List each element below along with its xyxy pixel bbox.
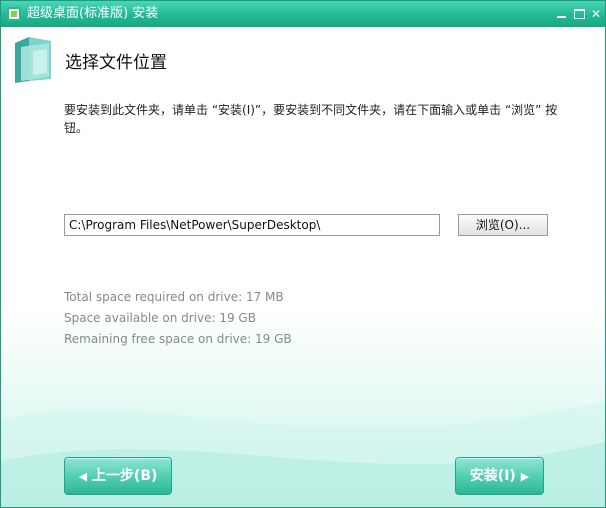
install-button-label: 安装(I) xyxy=(469,468,516,484)
app-icon xyxy=(7,7,21,21)
back-button[interactable]: ◀ 上一步(B) xyxy=(64,457,172,495)
space-available-text: Space available on drive: 19 GB xyxy=(64,311,256,325)
window-title: 超级桌面(标准版) 安装 xyxy=(27,6,159,21)
install-button[interactable]: 安装(I) ▶ xyxy=(455,457,544,495)
background-wave xyxy=(1,401,605,507)
folder-icon xyxy=(15,37,51,83)
space-required-text: Total space required on drive: 17 MB xyxy=(64,290,284,304)
close-icon[interactable]: ✕ xyxy=(589,8,603,20)
installer-window: 超级桌面(标准版) 安装 ✕ 选择文件位置 要安装到此文件夹，请单击 “安装(I… xyxy=(0,0,606,508)
back-button-label: 上一步(B) xyxy=(91,468,158,484)
page-title: 选择文件位置 xyxy=(65,53,167,73)
maximize-icon[interactable] xyxy=(572,8,586,20)
chevron-right-icon: ▶ xyxy=(520,470,530,483)
chevron-left-icon: ◀ xyxy=(78,470,88,483)
instructions-text: 要安装到此文件夹，请单击 “安装(I)”，要安装到不同文件夹，请在下面输入或单击… xyxy=(64,103,558,135)
minimize-icon[interactable] xyxy=(554,8,568,20)
title-bar[interactable]: 超级桌面(标准版) 安装 ✕ xyxy=(1,1,605,27)
space-remaining-text: Remaining free space on drive: 19 GB xyxy=(64,332,292,346)
install-path-input[interactable] xyxy=(64,214,440,236)
browse-button[interactable]: 浏览(O)... xyxy=(458,214,548,236)
